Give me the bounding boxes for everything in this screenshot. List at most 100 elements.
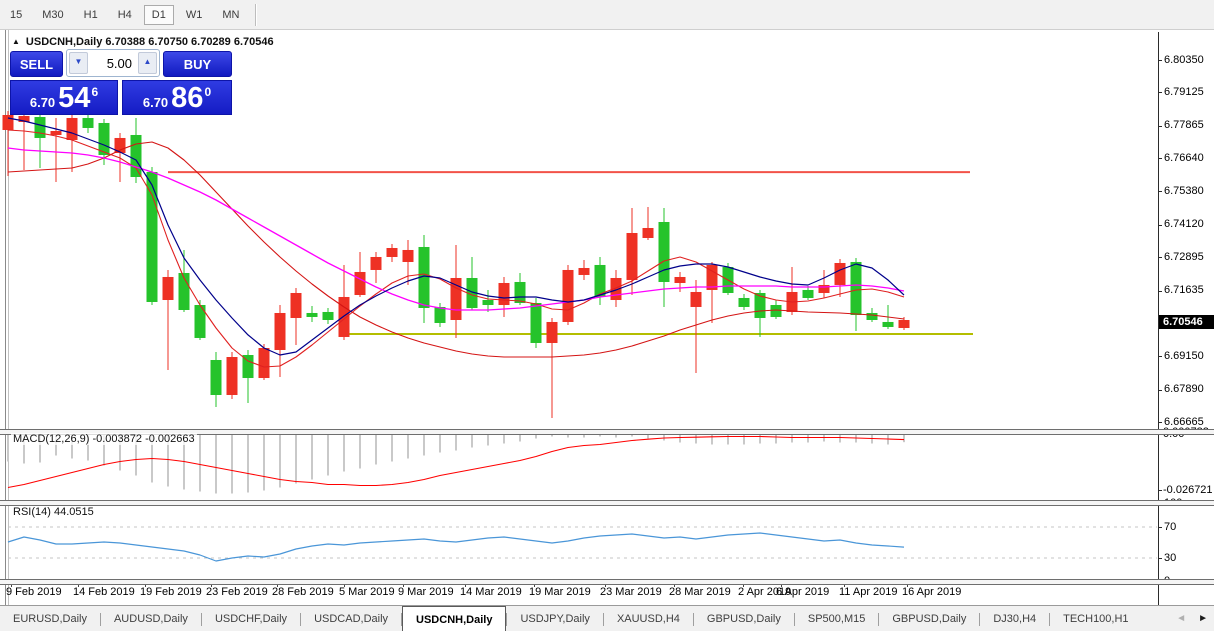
one-click-trade-panel: SELL ▼ 5.00 ▲ BUY 6.70 54 6 6.70 86 0 (10, 49, 232, 115)
candle-down (563, 270, 574, 322)
candle-up (131, 135, 142, 177)
candle-up (883, 322, 894, 327)
rsi-panel-splitter[interactable] (0, 500, 1214, 506)
tab-scroll-arrows: ◄► (1176, 606, 1208, 631)
candle-up (435, 307, 446, 323)
mt4-window: 15M30H1H4D1W1MN ▲USDCNH,Daily 6.70388 6.… (0, 0, 1214, 631)
chart-ohlc-values: 6.70388 6.70750 6.70289 6.70546 (105, 36, 273, 48)
axis-tick (1158, 390, 1162, 391)
candle-down (3, 115, 14, 130)
candle-down (691, 292, 702, 307)
candle-up (35, 117, 46, 138)
candle-down (371, 257, 382, 270)
candle-down (451, 278, 462, 320)
tab-scroll-right-icon[interactable]: ► (1198, 614, 1208, 624)
candle-up (867, 313, 878, 320)
collapse-panel-icon[interactable]: ▲ (12, 37, 20, 46)
candle-down (51, 131, 62, 135)
volume-decrease-icon[interactable]: ▼ (69, 52, 88, 74)
axis-tick (1158, 60, 1162, 61)
axis-tick (1158, 92, 1162, 93)
candle-down (67, 118, 78, 140)
tab-scroll-left-icon[interactable]: ◄ (1176, 614, 1186, 624)
candle-down (547, 322, 558, 343)
candle-down (579, 268, 590, 275)
axis-tick (1158, 356, 1162, 357)
candle-down (835, 263, 846, 285)
price-axis-label: 6.67890 (1164, 383, 1204, 395)
axis-tick (1158, 158, 1162, 159)
date-axis-label: 23 Mar 2019 (600, 586, 662, 598)
candle-up (147, 172, 158, 302)
candle-down (259, 348, 270, 378)
price-axis-label: 6.79125 (1164, 86, 1204, 98)
axis-tick (1158, 126, 1162, 127)
buy-price-pip: 0 (204, 85, 211, 99)
date-axis-label: 9 Mar 2019 (398, 586, 454, 598)
rsi-indicator-label: RSI(14) 44.0515 (11, 506, 96, 518)
candle-up (659, 222, 670, 282)
price-axis-label: 6.69150 (1164, 350, 1204, 362)
candle-up (307, 313, 318, 317)
candle-down (275, 313, 286, 350)
date-axis-label: 14 Feb 2019 (73, 586, 135, 598)
candle-up (323, 312, 334, 320)
candle-up (483, 300, 494, 305)
date-axis-label: 9 Feb 2019 (6, 586, 62, 598)
price-axis-label: 6.74120 (1164, 218, 1204, 230)
candle-down (387, 248, 398, 257)
current-price-tag: 6.70546 (1159, 315, 1214, 329)
candle-up (771, 305, 782, 317)
axis-tick (1158, 527, 1162, 528)
buy-button[interactable]: BUY (163, 51, 232, 77)
axis-tick (1158, 490, 1162, 491)
rsi-line (8, 533, 904, 561)
candle-up (531, 303, 542, 343)
chart-title: ▲ USDCNH,Daily 6.70388 6.70750 6.70289 6.… (12, 36, 274, 48)
candle-down (499, 283, 510, 305)
axis-tick (1158, 291, 1162, 292)
axis-tick (1158, 558, 1162, 559)
macd-indicator-label: MACD(12,26,9) -0.003872 -0.002663 (11, 433, 197, 445)
candle-down (291, 293, 302, 318)
sell-price-box[interactable]: 6.70 54 6 (10, 80, 118, 115)
price-axis-label: 6.77865 (1164, 119, 1204, 131)
candle-up (803, 290, 814, 298)
date-axis-label: 11 Apr 2019 (839, 586, 898, 598)
volume-increase-icon[interactable]: ▲ (138, 52, 157, 74)
axis-tick (1158, 191, 1162, 192)
sell-price-prefix: 6.70 (30, 94, 55, 111)
axis-tick (1158, 257, 1162, 258)
candle-up (851, 262, 862, 315)
chart-symbol-label: USDCNH,Daily (26, 36, 102, 48)
date-axis-label: 28 Feb 2019 (272, 586, 334, 598)
date-axis-label: 19 Feb 2019 (140, 586, 202, 598)
candle-down (627, 233, 638, 280)
candle-down (163, 277, 174, 300)
candle-down (355, 272, 366, 295)
sell-price-big: 54 (58, 85, 90, 111)
trade-panel-controls: SELL ▼ 5.00 ▲ BUY (10, 49, 232, 77)
candle-down (403, 250, 414, 262)
date-axis-label: 28 Mar 2019 (669, 586, 731, 598)
axis-tick (1158, 422, 1162, 423)
sell-button[interactable]: SELL (10, 51, 63, 77)
candle-down (899, 320, 910, 328)
price-axis-label: 6.72895 (1164, 251, 1204, 263)
volume-input[interactable]: 5.00 (90, 56, 136, 71)
date-axis-label: 5 Mar 2019 (339, 586, 395, 598)
volume-stepper: ▼ 5.00 ▲ (66, 49, 160, 77)
candle-up (739, 298, 750, 307)
buy-price-big: 86 (171, 85, 203, 111)
rsi-axis-label: 30 (1164, 552, 1176, 564)
date-axis-label: 14 Mar 2019 (460, 586, 522, 598)
candle-up (83, 118, 94, 128)
candle-down (227, 357, 238, 395)
candle-down (643, 228, 654, 238)
buy-price-box[interactable]: 6.70 86 0 (122, 80, 232, 115)
date-axis-splitter (0, 579, 1214, 585)
date-axis-label: 19 Mar 2019 (529, 586, 591, 598)
axis-tick (1158, 225, 1162, 226)
sell-price-pip: 6 (91, 85, 98, 99)
price-axis-label: 6.80350 (1164, 54, 1204, 66)
